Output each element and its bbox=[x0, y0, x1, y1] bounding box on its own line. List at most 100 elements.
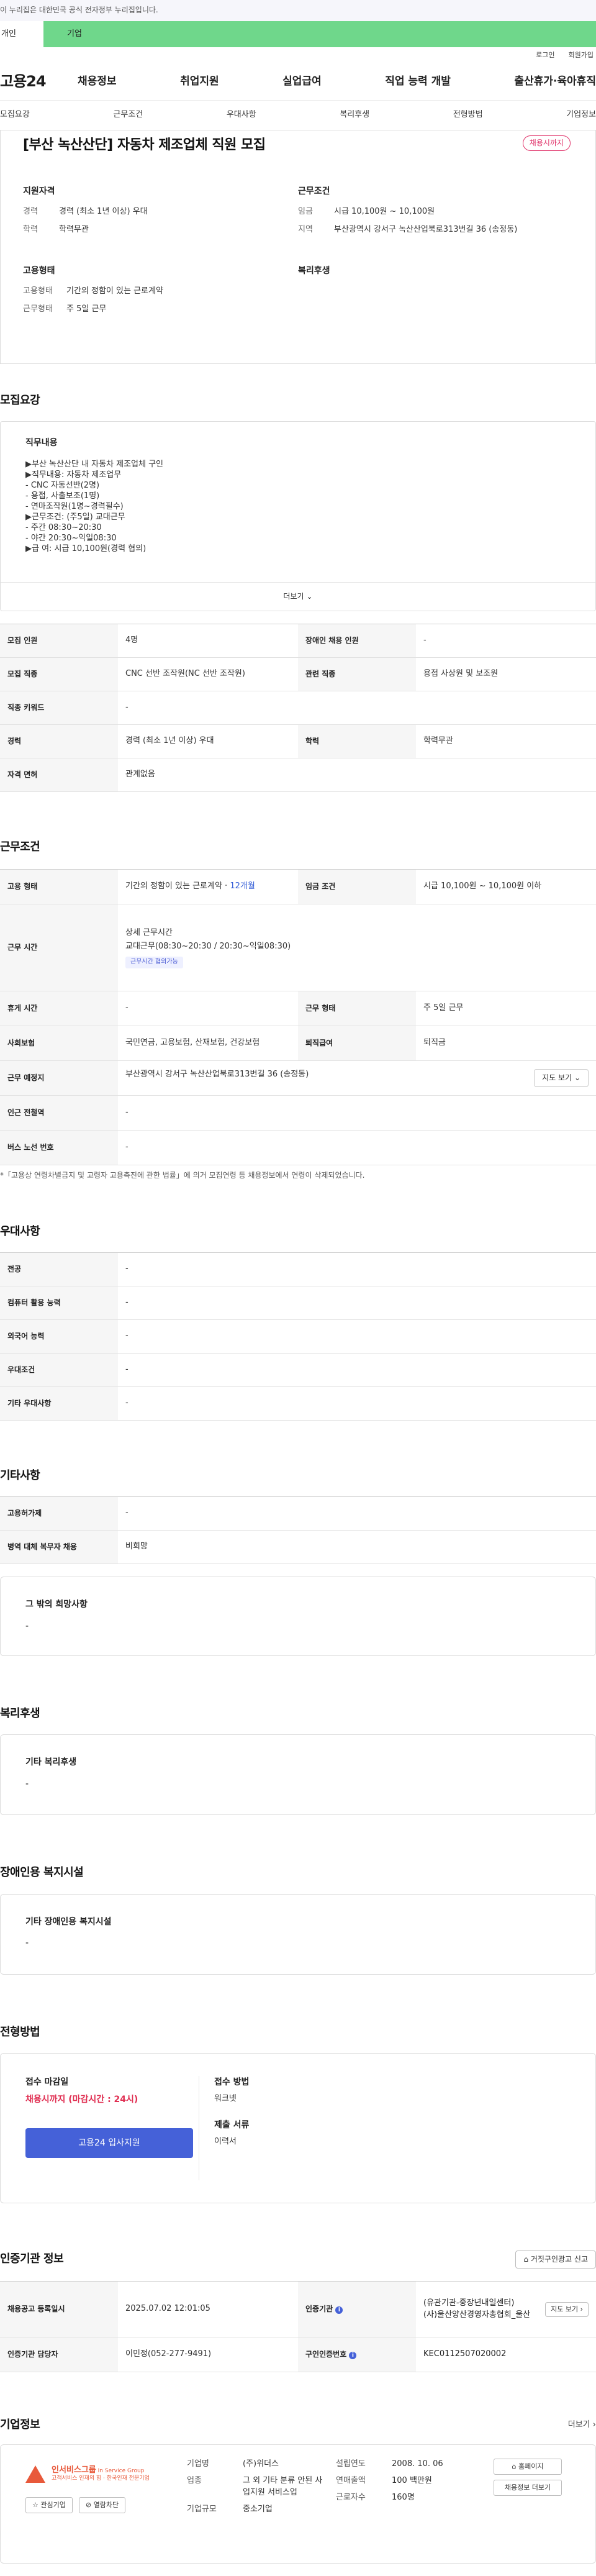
star-icon: ☆ bbox=[32, 2501, 38, 2510]
table-cell: - bbox=[118, 1252, 596, 1287]
favorite-company-button[interactable]: ☆ 관심기업 bbox=[25, 2497, 73, 2514]
emp-label: 근무형태 bbox=[23, 304, 53, 314]
disability-section-title: 장애인용 복지시설 bbox=[0, 1866, 84, 1880]
cond-value: 부산광역시 강서구 녹산산업북로313번길 36 (송정동) bbox=[334, 225, 518, 235]
company-logo: 인서비스그룹 In Service Group 고객서비스 인재의 힘 · 한국… bbox=[25, 2459, 174, 2490]
site-logo[interactable]: 고용24 bbox=[0, 71, 78, 93]
company-sales-value: 100 백만원 bbox=[392, 2475, 432, 2485]
company-name-label: 기업명 bbox=[187, 2459, 209, 2469]
block-icon: ⊘ bbox=[85, 2501, 92, 2510]
cond-label: 임금 bbox=[298, 207, 313, 217]
employment-type-heading: 고용형태 bbox=[23, 265, 55, 276]
table-header: 근무 예정지 bbox=[0, 1060, 118, 1096]
table-row: 자격 면허 관계없음 bbox=[0, 758, 596, 793]
user-type-bar: 개인 기업 bbox=[0, 21, 596, 47]
table-cell: 상세 근무시간 교대근무(08:30~20:30 / 20:30~익일08:30… bbox=[118, 904, 596, 992]
job-description-line: - 연마조작원(1명~경력필수) bbox=[25, 502, 124, 512]
tab-company[interactable]: 기업 bbox=[43, 21, 106, 47]
chevron-right-icon: › bbox=[580, 2305, 583, 2313]
table-cell: CNC 선반 조작원(NC 선반 조작원) bbox=[118, 657, 298, 692]
table-header: 구인인증번호 i bbox=[298, 2337, 416, 2373]
table-header: 인증기관 i bbox=[298, 2281, 416, 2338]
job-title: [부산 녹산산단] 자동차 제조업체 직원 모집 bbox=[23, 137, 266, 153]
top-links: 로그인 회원가입 bbox=[0, 47, 596, 63]
job-description-line: - 주간 08:30~20:30 bbox=[25, 523, 102, 533]
report-label: 거짓구인광고 신고 bbox=[530, 2254, 588, 2264]
job-description-line: - 용접, 사출보조(1명) bbox=[25, 491, 100, 501]
table-row: 인증기관 담당자 이민정(052-277-9491) 구인인증번호 i KEC0… bbox=[0, 2337, 596, 2373]
tab-preferences[interactable]: 우대사항 bbox=[227, 109, 256, 121]
table-row: 병역 대체 복무자 채용 비희망 bbox=[0, 1530, 596, 1565]
homepage-button[interactable]: ⌂ 홈페이지 bbox=[494, 2459, 562, 2475]
apply-box: 접수 마감일 채용시까지 (마감시간 : 24시) 고용24 입사지원 접수 방… bbox=[0, 2052, 596, 2203]
table-header: 컴퓨터 활용 능력 bbox=[0, 1286, 118, 1321]
agency-value-line: (사)울산양산경영자총협회_울산 bbox=[423, 2310, 531, 2319]
table-header: 고용 형태 bbox=[0, 869, 118, 905]
apply-button[interactable]: 고용24 입사지원 bbox=[25, 2128, 193, 2159]
table-row: 외국어 능력 - bbox=[0, 1319, 596, 1354]
more-button[interactable]: 더보기 ⌄ bbox=[1, 582, 595, 611]
docs-label: 제출 서류 bbox=[214, 2119, 250, 2130]
global-nav: 고용24 채용정보 취업지원 실업급여 직업 능력 개발 출산휴가·육아휴직 bbox=[0, 63, 596, 101]
tab-personal[interactable]: 개인 bbox=[0, 21, 43, 47]
table-header: 퇴직급여 bbox=[298, 1026, 416, 1062]
table-header: 인증기관 담당자 bbox=[0, 2337, 118, 2373]
company-section-title: 기업정보 bbox=[0, 2418, 40, 2432]
hours-negotiable-chip: 근무시간 협의가능 bbox=[125, 957, 183, 968]
tab-apply-method[interactable]: 전형방법 bbox=[453, 109, 483, 121]
agency-section-title: 인증기관 정보 bbox=[0, 2252, 64, 2266]
gnb-item-unemployment-benefit[interactable]: 실업급여 bbox=[282, 74, 322, 89]
other-section-title: 기타사항 bbox=[0, 1469, 40, 1483]
table-cell: 2025.07.02 12:01:05 bbox=[118, 2281, 298, 2338]
other-wishes-value: - bbox=[25, 1621, 29, 1631]
job-description-line: ▶직무내용: 자동차 제조업무 bbox=[25, 470, 122, 480]
home-icon: ⌂ bbox=[523, 2254, 529, 2264]
map-button[interactable]: 지도 보기 ⌄ bbox=[534, 1068, 589, 1088]
tab-company-info[interactable]: 기업정보 bbox=[566, 109, 596, 121]
gnb-item-skills-development[interactable]: 직업 능력 개발 bbox=[385, 74, 451, 89]
table-header: 장애인 채용 인원 bbox=[298, 624, 416, 658]
emp-months-link[interactable]: 12개월 bbox=[230, 881, 255, 891]
table-header: 채용공고 등록일시 bbox=[0, 2281, 118, 2338]
signup-link[interactable]: 회원가입 bbox=[569, 50, 594, 60]
work-section-title: 근무조건 bbox=[0, 840, 40, 854]
company-jobs-button[interactable]: 채용정보 더보기 bbox=[494, 2480, 562, 2496]
pref-section-title: 우대사항 bbox=[0, 1225, 40, 1239]
table-cell: 4명 bbox=[118, 624, 298, 658]
table-row: 버스 노선 번호 - bbox=[0, 1130, 596, 1166]
table-row: 사회보험 국민연금, 고용보험, 산재보험, 건강보험 퇴직급여 퇴직금 bbox=[0, 1026, 596, 1062]
agency-map-button[interactable]: 지도 보기 › bbox=[545, 2301, 589, 2317]
table-header: 병역 대체 복무자 채용 bbox=[0, 1530, 118, 1565]
table-cell: - bbox=[118, 1130, 596, 1166]
login-link[interactable]: 로그인 bbox=[536, 50, 554, 60]
tab-recruit[interactable]: 모집요강 bbox=[0, 109, 30, 121]
tab-work-conditions[interactable]: 근무조건 bbox=[113, 109, 143, 121]
table-row: 우대조건 - bbox=[0, 1353, 596, 1388]
gnb-item-employment-support[interactable]: 취업지원 bbox=[180, 74, 219, 89]
company-more-link[interactable]: 더보기 › bbox=[568, 2419, 596, 2431]
table-cell: (유관기관-중장년내일센터) (사)울산양산경영자총협회_울산 지도 보기 › bbox=[416, 2281, 596, 2338]
table-header: 전공 bbox=[0, 1252, 118, 1287]
welfare-card-value: - bbox=[25, 1778, 29, 1789]
tab-welfare[interactable]: 복리후생 bbox=[340, 109, 369, 121]
company-size-value: 중소기업 bbox=[243, 2504, 273, 2514]
report-false-ad-button[interactable]: ⌂ 거짓구인광고 신고 bbox=[515, 2250, 596, 2269]
info-icon[interactable]: i bbox=[349, 2351, 357, 2359]
table-cell: - bbox=[118, 1286, 596, 1321]
block-view-button[interactable]: ⊘ 열람차단 bbox=[78, 2497, 126, 2514]
gnb-item-jobs[interactable]: 채용정보 bbox=[78, 74, 117, 89]
emp-value: 기간의 정함이 있는 근로계약 bbox=[66, 286, 163, 296]
logo-name: 인서비스그룹 bbox=[52, 2465, 96, 2475]
welfare-card-heading: 기타 복리후생 bbox=[25, 1757, 77, 1768]
table-cell: 용접 사상원 및 보조원 bbox=[416, 657, 596, 692]
docs-value: 이력서 bbox=[214, 2137, 237, 2147]
gnb-item-parental-leave[interactable]: 출산휴가·육아휴직 bbox=[514, 74, 596, 89]
emp-label: 고용형태 bbox=[23, 286, 53, 296]
info-icon[interactable]: i bbox=[335, 2306, 343, 2314]
table-row: 경력 경력 (최소 1년 이상) 우대 학력 학력무관 bbox=[0, 724, 596, 759]
disability-card-value: - bbox=[25, 1937, 29, 1948]
table-cell: 국민연금, 고용보험, 산재보험, 건강보험 bbox=[118, 1026, 298, 1062]
company-sales-label: 연매출액 bbox=[336, 2475, 366, 2485]
chevron-down-icon: ⌄ bbox=[574, 1073, 580, 1082]
other-wishes-card: 그 밖의 희망사항 - bbox=[0, 1577, 596, 1657]
